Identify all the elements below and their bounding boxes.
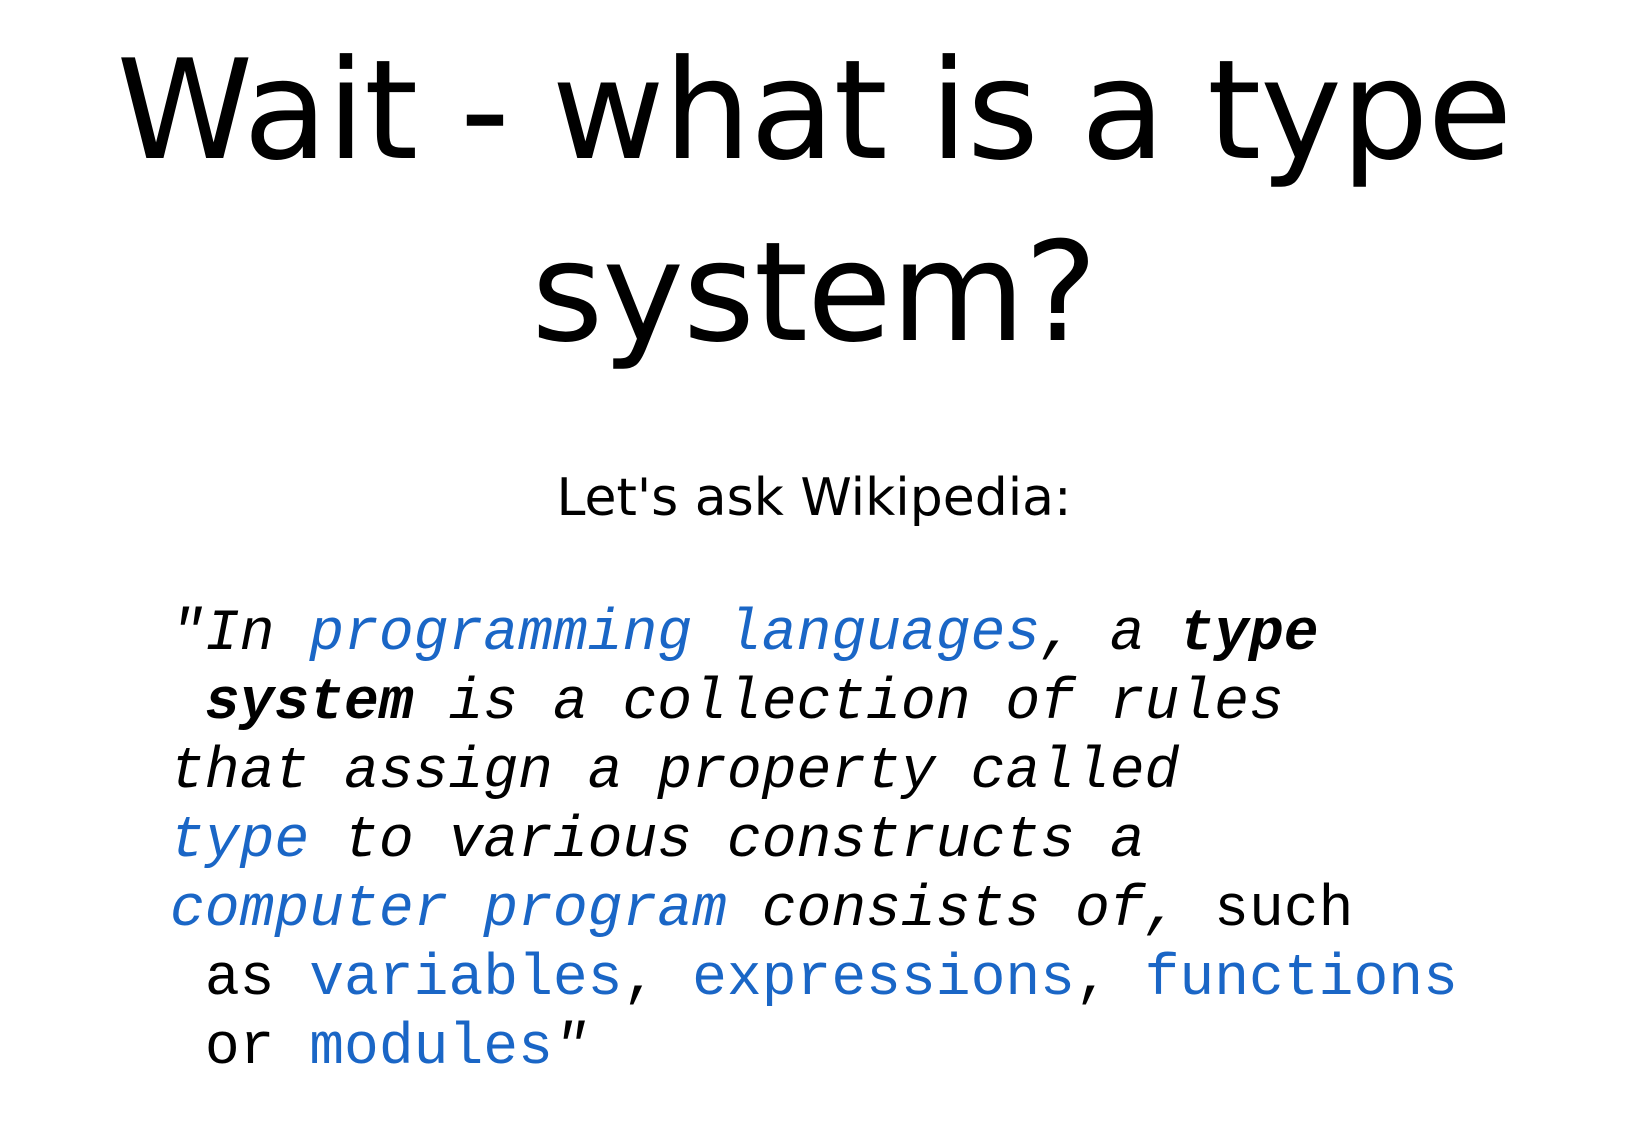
quote-line-2: system is a collection of rules: [170, 669, 1570, 738]
link-functions[interactable]: functions: [1145, 947, 1458, 1012]
slide-title: Wait - what is a type system?: [0, 20, 1628, 384]
link-variables[interactable]: variables: [309, 947, 622, 1012]
quote-text: as: [204, 947, 310, 1012]
link-modules[interactable]: modules: [309, 1016, 553, 1081]
quote-text: or: [204, 1016, 310, 1081]
quote-text: , a: [1040, 602, 1180, 667]
quote-text: ,: [1075, 947, 1145, 1012]
quote-close-text: ": [552, 1016, 588, 1081]
quote-open-text: "In: [170, 602, 310, 667]
quote-line-4: type to various constructs a: [170, 807, 1570, 876]
quote-text: ,: [622, 947, 693, 1012]
quote-line-3: that assign a property called: [170, 738, 1570, 807]
quote-line-7: or modules": [170, 1014, 1570, 1083]
quote-text: such: [1179, 878, 1354, 943]
quote-line-1: "In programming languages, a type: [170, 600, 1570, 669]
quote-text: that assign a property called: [170, 740, 1180, 805]
quote-text: is a collection of rules: [413, 671, 1284, 736]
title-line-2: system?: [531, 212, 1097, 373]
subtitle: Let's ask Wikipedia:: [556, 468, 1072, 528]
slide: Wait - what is a type system? Let's ask …: [0, 0, 1628, 1130]
link-type[interactable]: type: [170, 809, 309, 874]
link-computer-program[interactable]: computer program: [170, 878, 727, 943]
bold-term-type: type: [1179, 602, 1319, 667]
quote-text: to various constructs a: [309, 809, 1145, 874]
wikipedia-quote: "In programming languages, a type system…: [170, 600, 1570, 1083]
quote-line-6: as variables, expressions, functions: [170, 945, 1570, 1014]
link-expressions[interactable]: expressions: [692, 947, 1075, 1012]
quote-text: consists of,: [726, 878, 1180, 943]
title-line-1: Wait - what is a type: [116, 30, 1513, 191]
link-programming-languages[interactable]: programming languages: [309, 602, 1040, 667]
quote-line-5: computer program consists of, such: [170, 876, 1570, 945]
bold-term-system: system: [204, 671, 414, 736]
